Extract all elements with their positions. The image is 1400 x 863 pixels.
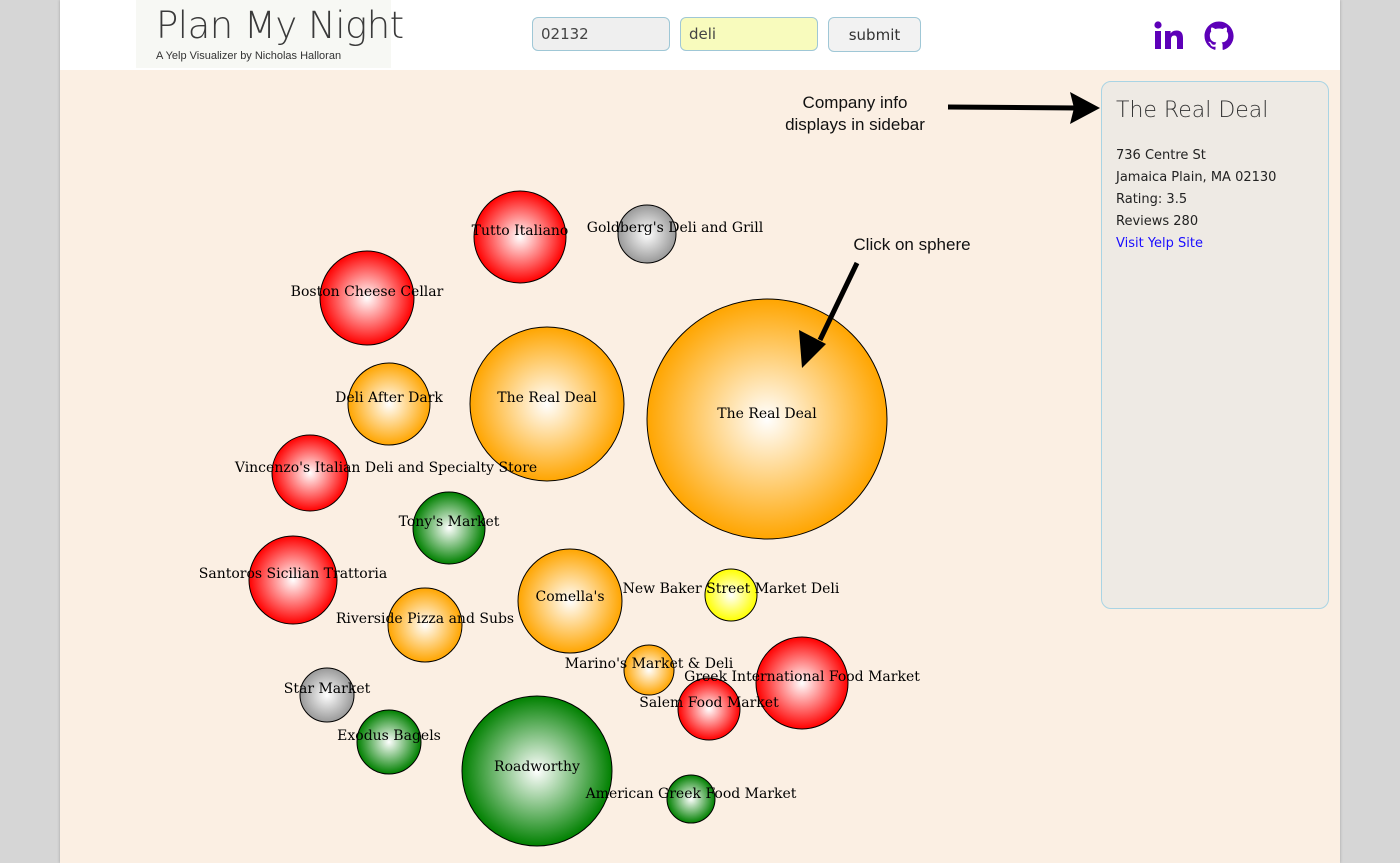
business-sphere[interactable] [617, 204, 677, 264]
business-sphere[interactable] [319, 250, 415, 346]
logo-title: Plan My Night [156, 4, 404, 47]
logo-subtitle: A Yelp Visualizer by Nicholas Halloran [156, 50, 342, 62]
company-address-line2: Jamaica Plain, MA 02130 [1116, 170, 1277, 185]
page: Plan My Night A Yelp Visualizer by Nicho… [60, 0, 1340, 863]
company-name: The Real Deal [1116, 98, 1269, 123]
business-sphere[interactable] [469, 326, 625, 482]
click-annotation: Click on sphere [853, 235, 971, 254]
sidebar-arrow-line [947, 104, 1079, 111]
bubble-canvas [248, 92, 1100, 847]
zip-input[interactable] [532, 17, 670, 51]
business-sphere[interactable] [517, 548, 623, 654]
linkedin-icon[interactable] [1153, 20, 1185, 52]
business-sphere[interactable] [666, 774, 716, 824]
github-icon[interactable] [1203, 20, 1235, 52]
company-rating: Rating: 3.5 [1116, 192, 1188, 207]
business-sphere[interactable] [677, 677, 741, 741]
business-sphere[interactable] [646, 298, 888, 540]
business-sphere[interactable] [461, 695, 613, 847]
business-sphere[interactable] [387, 587, 463, 663]
sidebar-annotation-line1: Company info [802, 93, 908, 112]
submit-button[interactable]: submit [828, 17, 921, 52]
business-sphere[interactable] [271, 434, 349, 512]
company-reviews: Reviews 280 [1116, 214, 1199, 229]
logo[interactable]: Plan My Night A Yelp Visualizer by Nicho… [136, 0, 404, 68]
business-sphere[interactable] [299, 667, 355, 723]
business-sphere[interactable] [347, 362, 431, 446]
company-address-line1: 736 Centre St [1116, 148, 1206, 163]
sidebar-annotation: Company info displays in sidebar [760, 92, 950, 136]
business-sphere[interactable] [412, 491, 486, 565]
business-sphere[interactable] [248, 535, 338, 625]
bubble-visualization: Tutto Italiano Goldberg's Deli and Grill B… [60, 70, 1100, 863]
business-sphere[interactable] [704, 568, 758, 622]
business-sphere[interactable] [473, 190, 567, 284]
header-bar: Plan My Night A Yelp Visualizer by Nicho… [60, 0, 1340, 70]
search-term-input[interactable] [680, 17, 818, 51]
sidebar-arrow-head [1070, 92, 1100, 124]
business-sphere[interactable] [623, 644, 675, 696]
yelp-site-link[interactable]: Visit Yelp Site [1116, 236, 1203, 251]
business-sphere[interactable] [755, 636, 849, 730]
company-sidebar: The Real Deal 736 Centre St Jamaica Plai… [1101, 81, 1329, 609]
business-sphere[interactable] [356, 709, 422, 775]
sidebar-annotation-line2: displays in sidebar [785, 115, 925, 134]
